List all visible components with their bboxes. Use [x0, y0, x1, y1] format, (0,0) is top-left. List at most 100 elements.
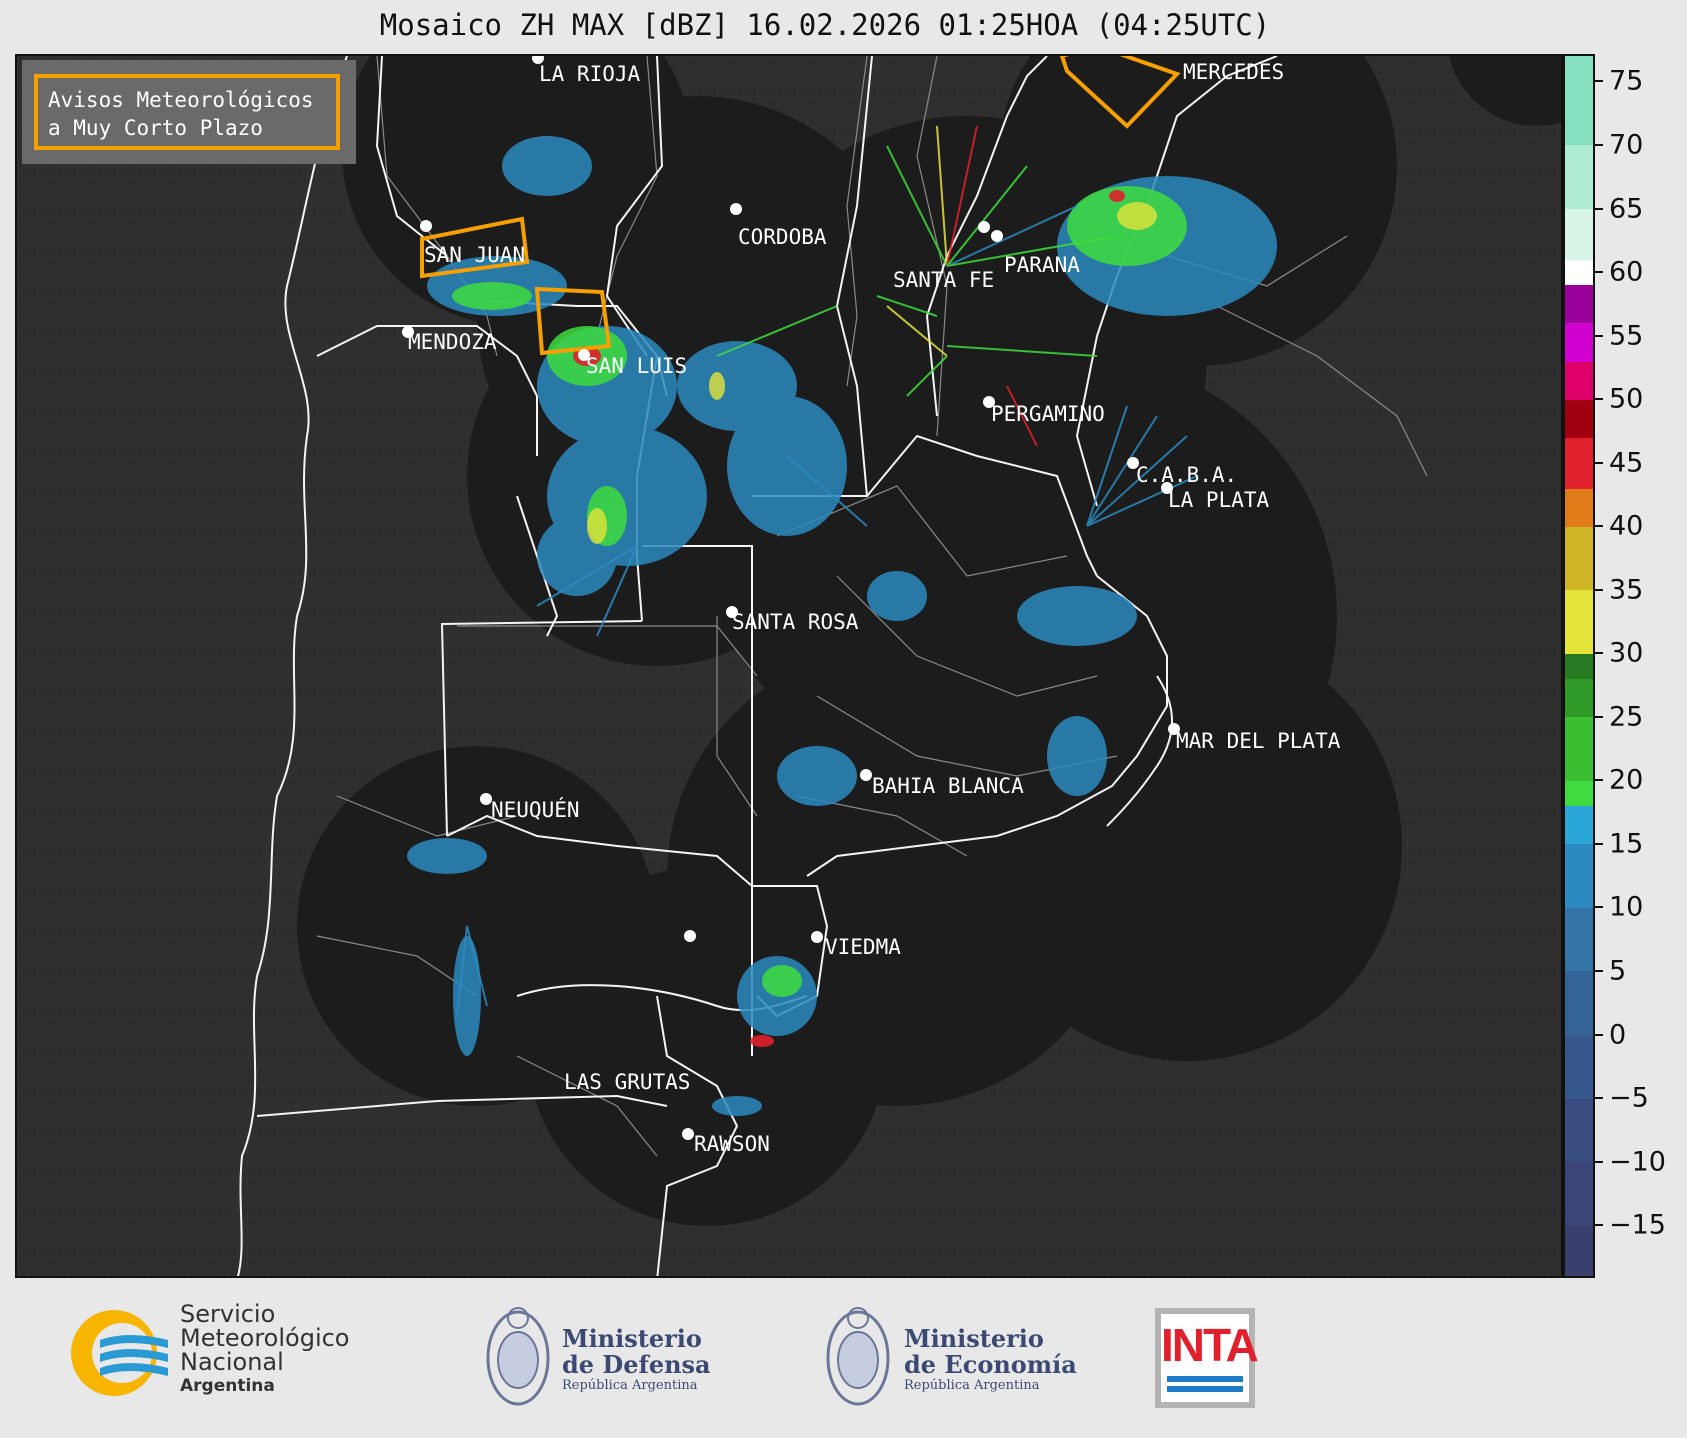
- city-label-la-rioja: LA RIOJA: [539, 62, 641, 86]
- city-label-santa-rosa: SANTA ROSA: [732, 610, 859, 634]
- colorbar-tick: [1595, 1224, 1603, 1227]
- city-label-mar-del-plata: MAR DEL PLATA: [1176, 729, 1341, 753]
- colorbar-tick-label: 70: [1609, 129, 1644, 161]
- colorbar-band: [1565, 526, 1593, 591]
- colorbar: [1563, 54, 1595, 1278]
- city-label-c-a-b-a-: C.A.B.A.: [1136, 463, 1238, 487]
- colorbar-band: [1565, 1098, 1593, 1163]
- economia-logo-text: Ministerio de Economía República Argenti…: [904, 1324, 1077, 1394]
- colorbar-tick-label: 45: [1609, 447, 1644, 479]
- colorbar-tick-label: 0: [1609, 1019, 1627, 1051]
- colorbar-band: [1565, 589, 1593, 654]
- colorbar-tick: [1595, 715, 1603, 718]
- city-dot-parana: [991, 230, 1003, 242]
- colorbar-band: [1565, 208, 1593, 260]
- economia-line1: Ministerio: [904, 1324, 1044, 1353]
- colorbar-band: [1565, 1161, 1593, 1226]
- colorbar-band: [1565, 437, 1593, 489]
- colorbar-tick: [1595, 1097, 1603, 1100]
- colorbar-tick: [1595, 1033, 1603, 1036]
- defensa-logo-text: Ministerio de Defensa República Argentin…: [562, 1324, 711, 1394]
- colorbar-band: [1565, 144, 1593, 209]
- colorbar-tick-label: 40: [1609, 510, 1644, 542]
- footer-logos: Servicio Meteorológico Nacional Argentin…: [0, 1278, 1687, 1438]
- colorbar-tick: [1595, 207, 1603, 210]
- city-label-san-juan: SAN JUAN: [424, 243, 526, 267]
- defensa-line3: República Argentina: [562, 1378, 698, 1393]
- warning-legend-line1: Avisos Meteorológicos: [48, 88, 314, 112]
- colorbar-band: [1565, 1034, 1593, 1099]
- warning-legend-line2: a Muy Corto Plazo: [48, 116, 263, 140]
- colorbar-tick-label: −10: [1609, 1146, 1666, 1178]
- colorbar-tick: [1595, 143, 1603, 146]
- colorbar-band: [1565, 843, 1593, 908]
- colorbar-band: [1565, 971, 1593, 1036]
- city-label-santa-fe: SANTA FE: [893, 268, 995, 292]
- city-dot-viedma: [811, 931, 823, 943]
- colorbar-tick-label: 75: [1609, 65, 1644, 97]
- colorbar-tick-label: 55: [1609, 320, 1644, 352]
- colorbar-tick-label: −15: [1609, 1209, 1666, 1241]
- map-title: Mosaico ZH MAX [dBZ] 16.02.2026 01:25HOA…: [379, 8, 1271, 42]
- colorbar-ticks: 75 70 65 60 55 50 45 40 35 30 25 20 15 10 5 0 −5 −10 −15: [1595, 54, 1687, 1278]
- colorbar-tick-label: 50: [1609, 383, 1644, 415]
- colorbar-tick-label: 20: [1609, 764, 1644, 796]
- city-label-neuqu-n: NEUQUÉN: [491, 798, 580, 822]
- city-label-pergamino: PERGAMINO: [991, 402, 1105, 426]
- colorbar-tick-label: 30: [1609, 637, 1644, 669]
- city-dot-rawson: [682, 1128, 694, 1140]
- smn-logo-text: Servicio Meteorológico Nacional Argentin…: [180, 1302, 350, 1398]
- economia-line3: República Argentina: [904, 1378, 1040, 1393]
- smn-line2: Meteorológico: [180, 1324, 350, 1352]
- city-label-parana: PARANA: [1004, 253, 1080, 277]
- colorbar-band: [1565, 653, 1593, 680]
- colorbar-band: [1565, 399, 1593, 438]
- colorbar-band: [1565, 259, 1593, 286]
- defensa-line2: de Defensa: [562, 1350, 711, 1379]
- colorbar-tick-label: 65: [1609, 193, 1644, 224]
- city-label-san-luis: SAN LUIS: [586, 354, 688, 378]
- warning-legend-frame: Avisos Meteorológicos a Muy Corto Plazo: [34, 74, 340, 150]
- city-dot-cordoba: [730, 203, 742, 215]
- colorbar-band: [1565, 907, 1593, 972]
- colorbar-tick: [1595, 588, 1603, 591]
- city-dot-las-grutas: [684, 930, 696, 942]
- colorbar-tick: [1595, 461, 1603, 464]
- colorbar-band: [1565, 716, 1593, 781]
- city-dot-santa-fe: [978, 221, 990, 233]
- colorbar-tick-label: 35: [1609, 574, 1644, 606]
- colorbar-band: [1565, 56, 1593, 146]
- smn-line3: Nacional: [180, 1348, 284, 1376]
- economia-line2: de Economía: [904, 1350, 1077, 1379]
- colorbar-band: [1565, 284, 1593, 324]
- coat-of-arms-icon-economia: [826, 1307, 890, 1406]
- colorbar-tick-label: 15: [1609, 828, 1644, 860]
- colorbar-tick-label: −5: [1609, 1082, 1649, 1114]
- warning-legend: Avisos Meteorológicos a Muy Corto Plazo: [22, 60, 356, 164]
- defensa-line1: Ministerio: [562, 1324, 702, 1353]
- smn-logo-icon: [71, 1310, 168, 1396]
- colorbar-tick: [1595, 334, 1603, 337]
- smn-line4: Argentina: [180, 1376, 275, 1396]
- city-label-mercedes: MERCEDES: [1183, 60, 1285, 84]
- radar-map[interactable]: LA RIOJA CORDOBA SAN JUAN SANTA FE PARANA MER…: [15, 54, 1563, 1278]
- city-label-cordoba: CORDOBA: [738, 225, 827, 249]
- city-label-bahia-blanca: BAHIA BLANCA: [872, 774, 1024, 798]
- colorbar-tick: [1595, 80, 1603, 83]
- colorbar-tick: [1595, 652, 1603, 655]
- colorbar-band: [1565, 678, 1593, 718]
- colorbar-tick-label: 5: [1609, 955, 1627, 987]
- colorbar-tick: [1595, 1160, 1603, 1163]
- city-dot-san-juan: [420, 220, 432, 232]
- colorbar-tick: [1595, 970, 1603, 972]
- colorbar-tick-label: 25: [1609, 701, 1644, 733]
- city-dot-bahia-blanca: [860, 769, 872, 781]
- coat-of-arms-icon-defensa: [486, 1307, 550, 1406]
- city-label-las-grutas: LAS GRUTAS: [564, 1070, 691, 1094]
- inta-logo-text: INTA: [1161, 1319, 1259, 1371]
- colorbar-tick: [1595, 779, 1603, 782]
- colorbar-tick-label: 60: [1609, 256, 1644, 288]
- colorbar-band: [1565, 1225, 1593, 1276]
- colorbar-band: [1565, 780, 1593, 807]
- city-label-la-plata: LA PLATA: [1168, 488, 1270, 512]
